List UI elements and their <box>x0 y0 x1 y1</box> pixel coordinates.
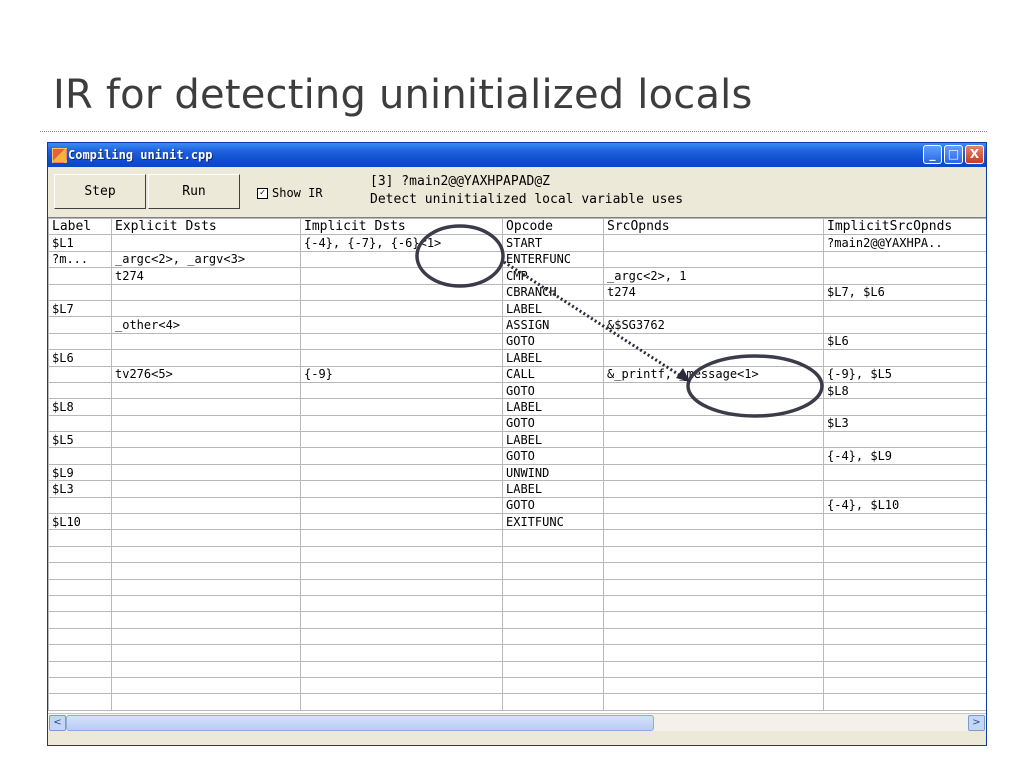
highlight-ellipse-message-use <box>686 354 824 418</box>
dataflow-arrow-line <box>503 260 685 380</box>
annotation-overlay <box>415 224 824 418</box>
highlight-ellipse-implicit-dst <box>415 224 505 288</box>
